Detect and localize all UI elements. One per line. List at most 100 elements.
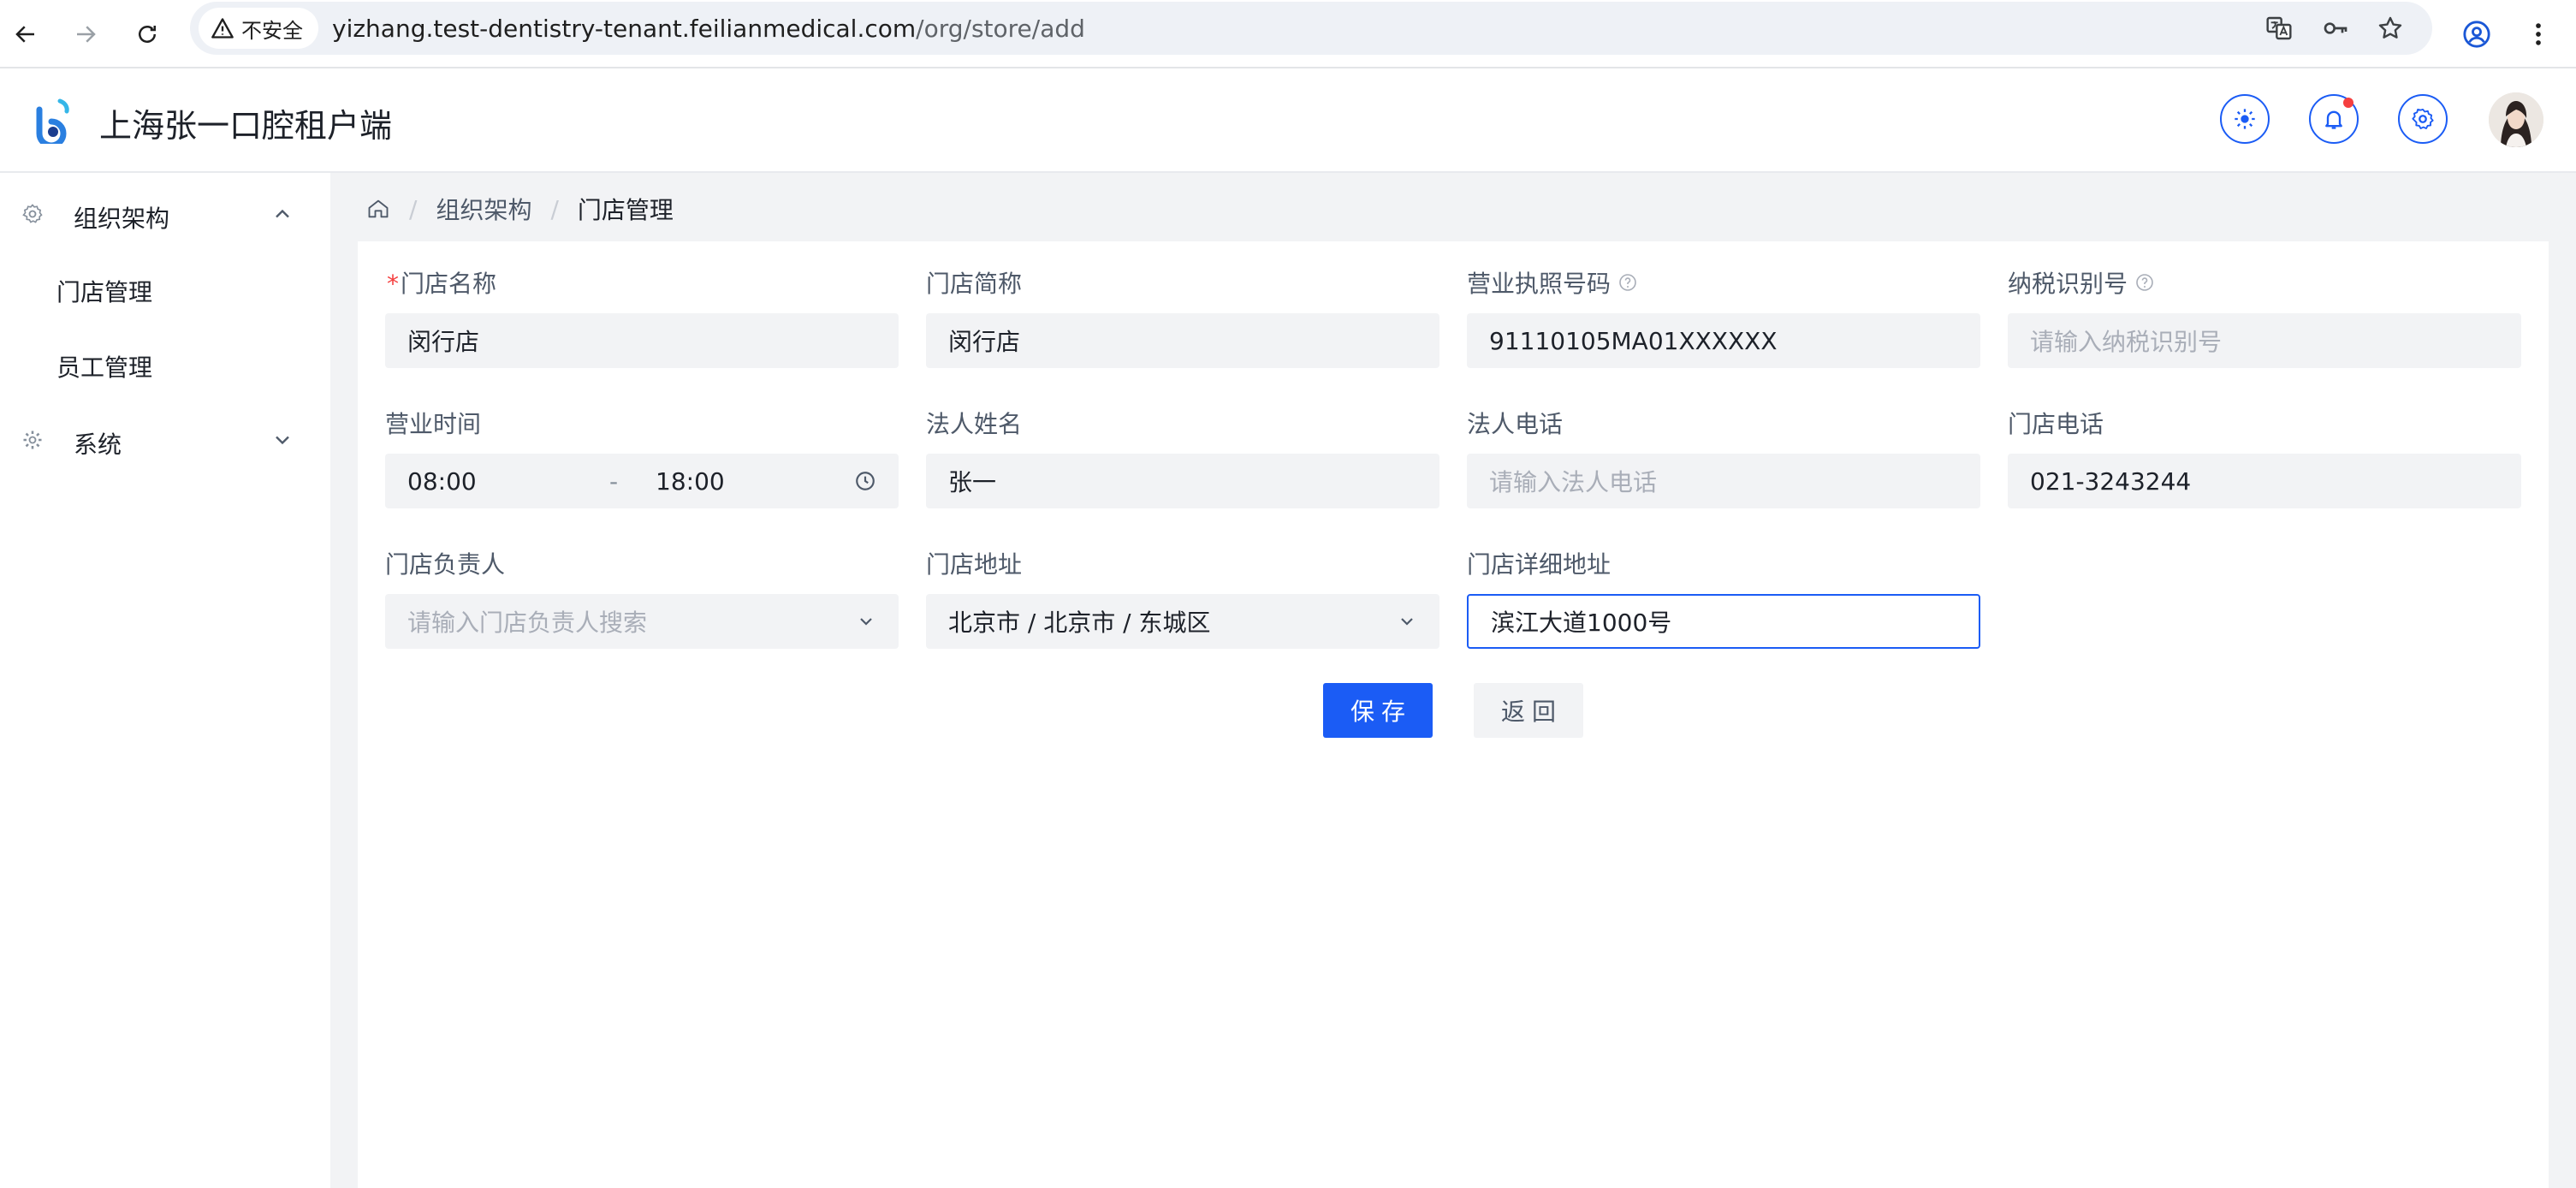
tax-id-label-text: 纳税识别号 <box>2008 270 2128 298</box>
license-no-label: 营业执照号码 <box>1467 265 1638 300</box>
form-card <box>358 241 2549 1188</box>
back-button-form[interactable]: 返回 <box>1474 683 1583 738</box>
account-icon <box>2463 21 2490 48</box>
legal-name-input[interactable]: 张一 <box>926 454 1439 508</box>
detail-address-label: 门店详细地址 <box>1467 550 1611 579</box>
manager-select[interactable]: 请输入门店负责人搜索 <box>385 594 899 649</box>
home-icon[interactable] <box>366 197 390 221</box>
required-mark: * <box>387 270 399 298</box>
notification-dot <box>2343 98 2353 108</box>
address-value: 北京市 / 北京市 / 东城区 <box>948 609 1211 637</box>
url-host: yizhang.test-dentistry-tenant.feilianmed… <box>332 15 917 43</box>
app-header: 上海张一口腔租户端 <box>0 68 2576 173</box>
translate-icon <box>2266 16 2292 40</box>
arrow-left-icon <box>15 26 34 43</box>
store-name-label: *门店名称 <box>387 265 496 300</box>
legal-name-value: 张一 <box>948 468 997 496</box>
security-label: 不安全 <box>241 18 303 43</box>
license-no-value: 91110105MA01XXXXXX <box>1489 326 1778 355</box>
tax-id-input[interactable]: 请输入纳税识别号 <box>2008 313 2521 368</box>
system-settings-icon <box>23 431 42 449</box>
sidebar-group-label: 系统 <box>74 431 122 459</box>
app-logo-icon <box>36 98 69 144</box>
breadcrumb-current: 门店管理 <box>577 196 674 224</box>
notification-button[interactable] <box>2309 94 2359 144</box>
address-label: 门店地址 <box>926 550 1023 579</box>
sidebar: 组织架构 门店管理 员工管理 系统 <box>0 173 330 1188</box>
hours-start[interactable]: 08:00 <box>407 467 477 496</box>
sidebar-group-label: 组织架构 <box>74 205 170 233</box>
legal-phone-placeholder: 请输入法人电话 <box>1489 468 1658 496</box>
bookmark-button[interactable] <box>2374 12 2407 45</box>
help-icon[interactable] <box>2134 272 2155 293</box>
chevron-down-icon <box>276 436 289 445</box>
tax-id-placeholder: 请输入纳税识别号 <box>2030 328 2223 356</box>
store-short-name-value: 闵行店 <box>948 328 1021 356</box>
sun-icon <box>2235 109 2255 129</box>
user-avatar[interactable] <box>2489 92 2543 147</box>
password-key-button[interactable] <box>2319 12 2352 45</box>
clock-icon <box>856 472 875 490</box>
org-gear-icon <box>22 204 43 223</box>
app-title: 上海张一口腔租户端 <box>99 107 393 145</box>
avatar-image <box>2489 92 2543 147</box>
more-vert-icon <box>2536 23 2541 45</box>
store-phone-input[interactable]: 021-3243244 <box>2008 454 2521 508</box>
manager-label: 门店负责人 <box>385 550 506 579</box>
help-icon[interactable] <box>1617 272 1638 293</box>
breadcrumb-separator: / <box>550 194 559 223</box>
sidebar-item-store-management[interactable]: 门店管理 <box>56 274 152 308</box>
browser-menu-button[interactable] <box>2514 10 2562 58</box>
legal-name-label: 法人姓名 <box>926 410 1023 438</box>
sidebar-group-org[interactable]: 组织架构 <box>0 183 330 245</box>
warning-icon <box>211 18 234 39</box>
store-name-input[interactable]: 闵行店 <box>385 313 899 368</box>
reload-icon <box>139 26 156 43</box>
detail-address-input[interactable]: 滨江大道1000号 <box>1467 594 1980 649</box>
translate-button[interactable] <box>2263 12 2295 45</box>
sidebar-item-staff-management[interactable]: 员工管理 <box>56 349 152 383</box>
address-bar[interactable]: 不安全 yizhang.test-dentistry-tenant.feilia… <box>190 2 2432 55</box>
breadcrumb-item[interactable]: 组织架构 <box>436 192 531 226</box>
detail-address-value: 滨江大道1000号 <box>1491 609 1672 637</box>
license-no-input[interactable]: 91110105MA01XXXXXX <box>1467 313 1980 368</box>
tax-id-label: 纳税识别号 <box>2008 265 2155 300</box>
reload-button[interactable] <box>123 10 171 58</box>
store-name-value: 闵行店 <box>407 328 480 356</box>
back-button[interactable] <box>2 10 50 58</box>
chevron-down-icon <box>1401 618 1413 626</box>
legal-phone-label: 法人电话 <box>1467 410 1564 438</box>
store-short-name-label: 门店简称 <box>926 270 1023 298</box>
star-icon <box>2378 16 2402 39</box>
settings-button[interactable] <box>2398 94 2448 144</box>
store-phone-label: 门店电话 <box>2008 410 2104 438</box>
sidebar-group-system[interactable]: 系统 <box>0 409 330 471</box>
business-hours-label: 营业时间 <box>385 410 482 438</box>
url-text: yizhang.test-dentistry-tenant.feilianmed… <box>332 15 1085 43</box>
breadcrumb-separator: / <box>409 194 418 223</box>
arrow-right-icon <box>77 26 96 43</box>
business-hours-picker[interactable]: 08:00 - 18:00 <box>385 454 899 508</box>
security-chip[interactable]: 不安全 <box>199 8 318 49</box>
hours-end[interactable]: 18:00 <box>656 467 725 496</box>
license-no-label-text: 营业执照号码 <box>1467 270 1611 298</box>
forward-button[interactable] <box>62 10 110 58</box>
theme-toggle-button[interactable] <box>2220 94 2270 144</box>
hours-separator: - <box>609 467 619 496</box>
gear-icon <box>2412 108 2434 130</box>
address-cascader[interactable]: 北京市 / 北京市 / 东城区 <box>926 594 1439 649</box>
store-phone-value: 021-3243244 <box>2030 466 2192 496</box>
save-button[interactable]: 保存 <box>1323 683 1433 738</box>
chevron-up-icon <box>276 209 289 218</box>
manager-placeholder: 请输入门店负责人搜索 <box>407 609 648 637</box>
url-path: /org/store/add <box>916 15 1085 43</box>
store-name-label-text: 门店名称 <box>401 270 497 298</box>
browser-toolbar: 不安全 yizhang.test-dentistry-tenant.feilia… <box>0 0 2576 68</box>
chevron-down-icon <box>860 618 872 626</box>
bell-icon <box>2325 110 2342 129</box>
store-short-name-input[interactable]: 闵行店 <box>926 313 1439 368</box>
profile-button[interactable] <box>2453 10 2501 58</box>
key-icon <box>2324 22 2347 34</box>
breadcrumb: / 组织架构 / 门店管理 <box>366 192 674 226</box>
legal-phone-input[interactable]: 请输入法人电话 <box>1467 454 1980 508</box>
